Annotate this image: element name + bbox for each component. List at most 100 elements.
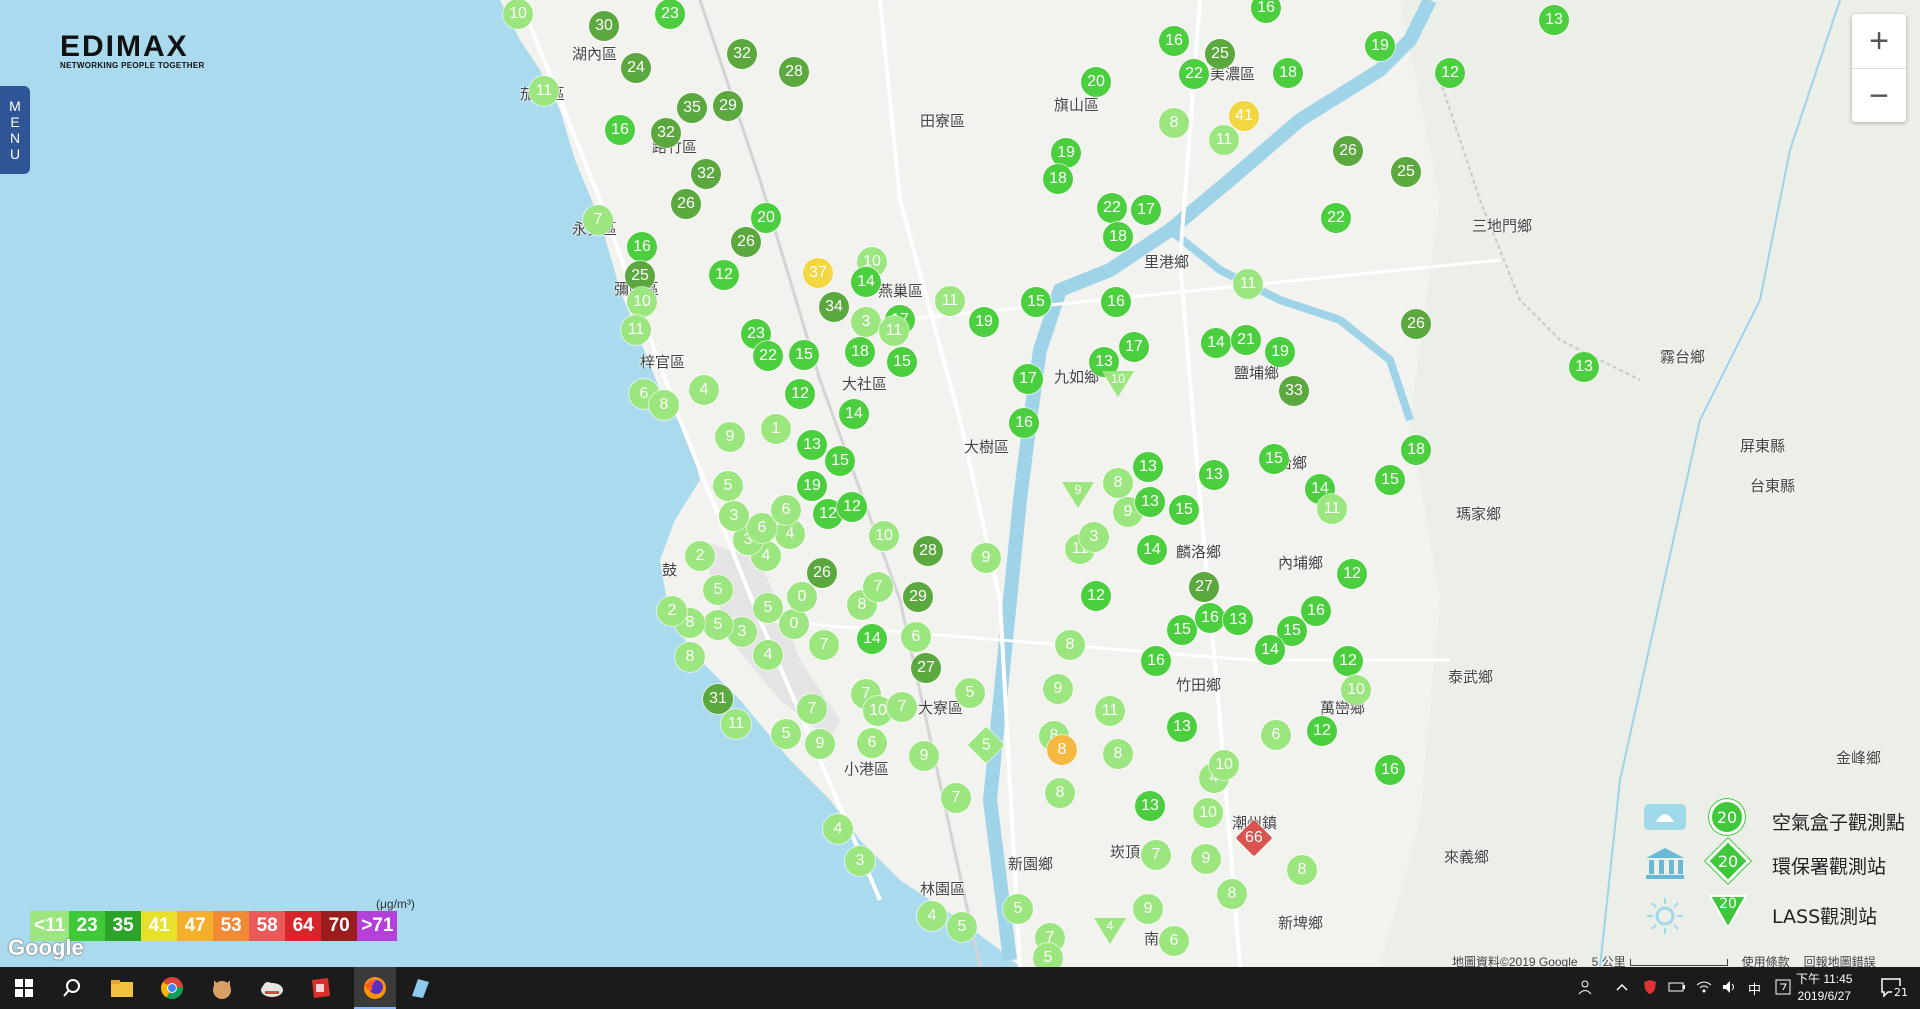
- airbox-marker[interactable]: 18: [1103, 222, 1133, 252]
- airbox-marker[interactable]: 5: [1033, 943, 1063, 967]
- airbox-marker[interactable]: 23: [655, 0, 685, 29]
- menu-button[interactable]: M E N U: [0, 86, 30, 174]
- airbox-marker[interactable]: 25: [1391, 157, 1421, 187]
- airbox-marker[interactable]: 30: [589, 11, 619, 41]
- airbox-marker[interactable]: 13: [1133, 452, 1163, 482]
- airbox-marker[interactable]: 7: [583, 205, 613, 235]
- app-fox-icon[interactable]: [208, 974, 236, 1002]
- airbox-marker[interactable]: 24: [621, 53, 651, 83]
- airbox-marker[interactable]: 28: [779, 57, 809, 87]
- airbox-marker[interactable]: 18: [1273, 58, 1303, 88]
- airbox-marker[interactable]: 10: [869, 521, 899, 551]
- airbox-marker[interactable]: 14: [857, 624, 887, 654]
- airbox-marker[interactable]: 16: [1159, 26, 1189, 56]
- airbox-marker[interactable]: 5: [1003, 894, 1033, 924]
- firefox-icon[interactable]: [354, 967, 396, 1009]
- airbox-marker[interactable]: 11: [1209, 125, 1239, 155]
- airbox-marker[interactable]: 11: [935, 286, 965, 316]
- airbox-marker[interactable]: 4: [689, 375, 719, 405]
- airbox-marker[interactable]: 22: [1321, 203, 1351, 233]
- battery-icon[interactable]: [1668, 981, 1686, 996]
- airbox-marker[interactable]: 18: [845, 337, 875, 367]
- input-method-icon[interactable]: [1775, 979, 1791, 998]
- airbox-marker[interactable]: 5: [753, 593, 783, 623]
- airbox-marker[interactable]: 14: [839, 399, 869, 429]
- airbox-marker[interactable]: 8: [1047, 735, 1077, 765]
- airbox-marker[interactable]: 9: [971, 543, 1001, 573]
- airbox-marker[interactable]: 22: [753, 341, 783, 371]
- airbox-marker[interactable]: 6: [1159, 926, 1189, 956]
- airbox-marker[interactable]: 13: [1199, 460, 1229, 490]
- airbox-marker[interactable]: 28: [913, 536, 943, 566]
- airbox-marker[interactable]: 12: [1081, 581, 1111, 611]
- airbox-marker[interactable]: 16: [1375, 755, 1405, 785]
- airbox-marker[interactable]: 15: [1375, 465, 1405, 495]
- airbox-marker[interactable]: 15: [789, 340, 819, 370]
- ime-indicator[interactable]: 中: [1748, 979, 1761, 998]
- airbox-marker[interactable]: 11: [1233, 269, 1263, 299]
- airbox-marker[interactable]: 13: [1135, 791, 1165, 821]
- airbox-marker[interactable]: 19: [797, 471, 827, 501]
- airbox-marker[interactable]: 33: [1279, 376, 1309, 406]
- airbox-marker[interactable]: 10: [1341, 675, 1371, 705]
- airbox-marker[interactable]: 10: [503, 0, 533, 29]
- airbox-marker[interactable]: 19: [1365, 31, 1395, 61]
- airbox-marker[interactable]: 10: [627, 287, 657, 317]
- airbox-marker[interactable]: 41: [1229, 101, 1259, 131]
- chevron-up-icon[interactable]: [1616, 981, 1628, 995]
- airbox-marker[interactable]: 7: [797, 694, 827, 724]
- airbox-marker[interactable]: 13: [1539, 5, 1569, 35]
- airbox-marker[interactable]: 16: [627, 232, 657, 262]
- wifi-icon[interactable]: [1696, 980, 1712, 997]
- lass-station-marker[interactable]: 10: [1102, 371, 1134, 397]
- airbox-marker[interactable]: 15: [1021, 287, 1051, 317]
- airbox-marker[interactable]: 20: [751, 203, 781, 233]
- lass-station-marker[interactable]: 4: [1094, 918, 1126, 944]
- airbox-marker[interactable]: 32: [727, 39, 757, 69]
- airbox-marker[interactable]: 12: [1333, 646, 1363, 676]
- airbox-marker[interactable]: 9: [1133, 894, 1163, 924]
- airbox-marker[interactable]: 13: [1135, 487, 1165, 517]
- airbox-marker[interactable]: 21: [1231, 325, 1261, 355]
- shield-icon[interactable]: [1642, 979, 1658, 998]
- start-icon[interactable]: [10, 974, 38, 1002]
- airbox-marker[interactable]: 16: [1195, 603, 1225, 633]
- airbox-marker[interactable]: 5: [955, 678, 985, 708]
- airbox-marker[interactable]: 17: [1131, 195, 1161, 225]
- airbox-marker[interactable]: 27: [1189, 572, 1219, 602]
- airbox-marker[interactable]: 16: [1301, 596, 1331, 626]
- airbox-marker[interactable]: 26: [731, 227, 761, 257]
- airbox-marker[interactable]: 8: [1103, 468, 1133, 498]
- airbox-marker[interactable]: 12: [1435, 58, 1465, 88]
- airbox-marker[interactable]: 8: [675, 642, 705, 672]
- airbox-marker[interactable]: 7: [941, 783, 971, 813]
- airbox-marker[interactable]: 14: [1255, 635, 1285, 665]
- airbox-marker[interactable]: 15: [887, 347, 917, 377]
- airbox-marker[interactable]: 12: [837, 492, 867, 522]
- airbox-marker[interactable]: 16: [1141, 646, 1171, 676]
- lass-station-marker[interactable]: 9: [1062, 482, 1094, 508]
- airbox-marker[interactable]: 13: [1223, 605, 1253, 635]
- airbox-marker[interactable]: 8: [1045, 778, 1075, 808]
- airbox-marker[interactable]: 25: [1205, 39, 1235, 69]
- airbox-marker[interactable]: 3: [1079, 522, 1109, 552]
- airbox-marker[interactable]: 7: [887, 692, 917, 722]
- zoom-out-button[interactable]: −: [1852, 69, 1906, 123]
- airbox-marker[interactable]: 13: [1569, 352, 1599, 382]
- airbox-marker[interactable]: 17: [1119, 332, 1149, 362]
- airbox-marker[interactable]: 8: [1055, 630, 1085, 660]
- notification-center-icon[interactable]: 21: [1880, 976, 1910, 1004]
- file-explorer-icon[interactable]: [108, 974, 136, 1002]
- airbox-marker[interactable]: 26: [1401, 309, 1431, 339]
- airbox-marker[interactable]: 6: [901, 622, 931, 652]
- airbox-marker[interactable]: 9: [715, 422, 745, 452]
- people-icon[interactable]: [1578, 979, 1596, 998]
- airbox-marker[interactable]: 7: [809, 630, 839, 660]
- airbox-marker[interactable]: 11: [1095, 696, 1125, 726]
- airbox-marker[interactable]: 18: [1043, 164, 1073, 194]
- airbox-marker[interactable]: 14: [1137, 535, 1167, 565]
- airbox-marker[interactable]: 37: [803, 258, 833, 288]
- airbox-marker[interactable]: 11: [621, 315, 651, 345]
- airbox-marker[interactable]: 13: [797, 430, 827, 460]
- taskbar-clock[interactable]: 下午 11:45 2019/6/27: [1796, 971, 1852, 1005]
